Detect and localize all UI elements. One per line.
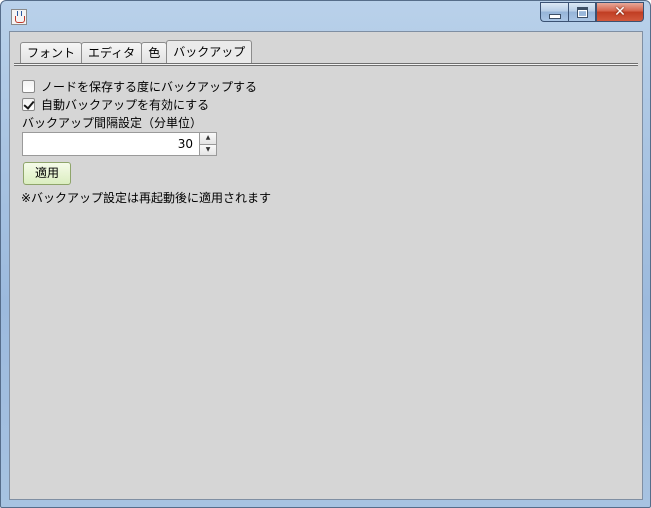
auto-backup-row[interactable]: 自動バックアップを有効にする: [22, 96, 209, 113]
spinner-up-button[interactable]: ▲: [200, 132, 217, 145]
save-on-node-label: ノードを保存する度にバックアップする: [41, 80, 258, 94]
arrow-down-icon: ▼: [205, 145, 211, 153]
content-panel: フォント エディタ 色 バックアップ ノードを保存する度にバックアップする 自動…: [9, 31, 643, 500]
spinner-down-button[interactable]: ▼: [200, 144, 217, 156]
tab-backup[interactable]: バックアップ: [166, 40, 253, 63]
auto-backup-label: 自動バックアップを有効にする: [41, 98, 210, 112]
interval-label: バックアップ間隔設定（分単位）: [22, 116, 203, 130]
auto-backup-checkbox[interactable]: [22, 98, 35, 111]
restart-note: ※バックアップ設定は再起動後に適用されます: [21, 191, 272, 205]
save-on-node-row[interactable]: ノードを保存する度にバックアップする: [22, 78, 257, 95]
maximize-icon: [577, 7, 588, 18]
spinner-buttons: ▲ ▼: [200, 132, 217, 156]
close-button[interactable]: ✕: [596, 2, 644, 22]
tab-font[interactable]: フォント: [20, 42, 83, 63]
tab-divider: [14, 63, 638, 66]
apply-button[interactable]: 適用: [23, 162, 71, 185]
caption-buttons: ✕: [540, 2, 644, 23]
arrow-up-icon: ▲: [205, 134, 211, 141]
tab-color[interactable]: 色: [141, 42, 168, 63]
interval-spinner: ▲ ▼: [22, 132, 219, 158]
maximize-button[interactable]: [568, 2, 596, 22]
preferences-window: ✕ フォント エディタ 色 バックアップ ノードを保存する度にバックアップする …: [0, 0, 651, 508]
interval-input[interactable]: [22, 132, 200, 156]
checkmark-icon: [23, 98, 35, 110]
tab-editor[interactable]: エディタ: [81, 42, 143, 63]
close-icon: ✕: [614, 4, 626, 20]
minimize-button[interactable]: [540, 2, 568, 22]
minimize-icon: [549, 14, 561, 19]
tab-bar: フォント エディタ 色 バックアップ: [20, 40, 253, 63]
save-on-node-checkbox[interactable]: [22, 80, 35, 93]
java-icon: [11, 9, 27, 25]
title-bar[interactable]: ✕: [1, 1, 650, 31]
